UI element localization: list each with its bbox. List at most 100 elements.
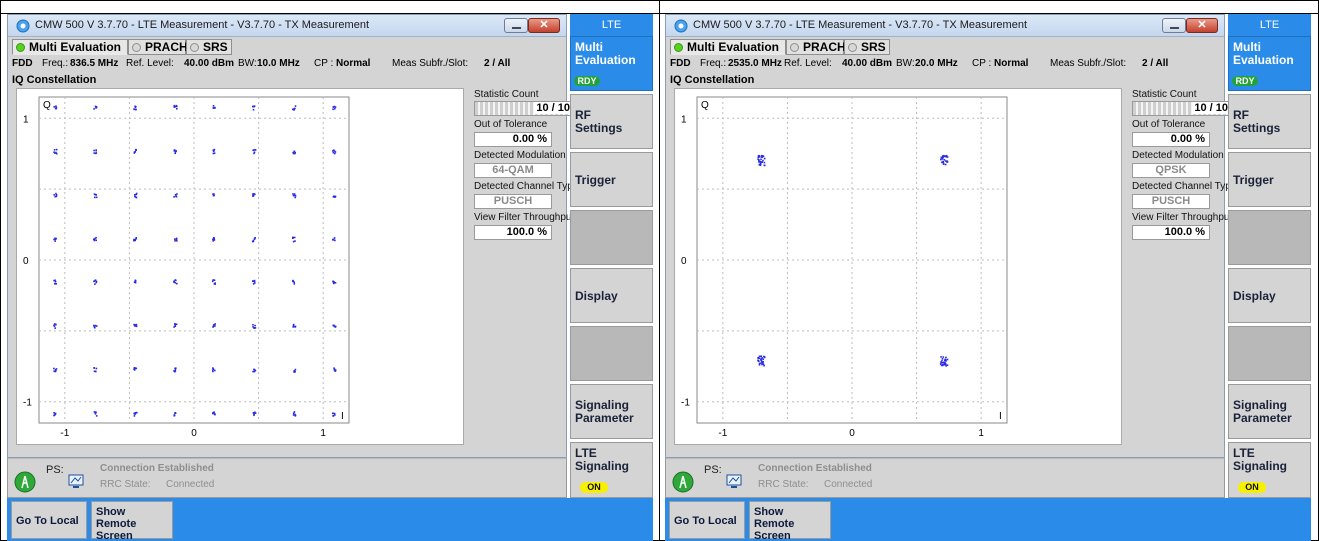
constellation-sample <box>54 327 56 329</box>
constellation-sample <box>211 280 214 283</box>
antenna-icon <box>672 471 694 493</box>
constellation-sample <box>134 325 136 327</box>
softkey-rf-settings[interactable]: RF Settings <box>1228 94 1311 149</box>
softkey-empty-1[interactable] <box>570 210 653 265</box>
constellation-sample <box>759 162 762 165</box>
title-bar[interactable]: CMW 500 V 3.7.70 - LTE Measurement - V3.… <box>8 15 566 37</box>
softkey-multi-evaluation[interactable]: Multi Evaluation RDY <box>1228 36 1311 91</box>
subframe-label: Meas Subfr./Slot: <box>392 58 469 69</box>
constellation-sample <box>176 108 178 110</box>
constellation-sample <box>253 279 256 282</box>
softkey-lte-signaling[interactable]: LTE Signaling ON <box>1228 442 1311 498</box>
show-remote-screen-button[interactable]: Show Remote Screen <box>749 501 831 541</box>
title-bar[interactable]: CMW 500 V 3.7.70 - LTE Measurement - V3.… <box>666 15 1224 37</box>
constellation-sample <box>173 149 176 152</box>
close-button[interactable]: ✕ <box>528 18 560 33</box>
constellation-sample <box>95 106 98 109</box>
tab-prach[interactable]: PRACH <box>128 39 188 55</box>
constellation-sample <box>939 363 942 365</box>
app-icon <box>674 19 688 33</box>
softkey-display[interactable]: Display <box>570 268 653 323</box>
constellation-sample <box>94 279 97 281</box>
tab-prach[interactable]: PRACH <box>786 39 846 55</box>
constellation-sample <box>943 154 945 157</box>
constellation-sample <box>53 106 55 108</box>
softkey-signaling-parameter[interactable]: Signaling Parameter <box>1228 384 1311 439</box>
softkey-display[interactable]: Display <box>1228 268 1311 323</box>
led-on-icon <box>674 43 683 52</box>
close-button[interactable]: ✕ <box>1186 18 1218 33</box>
bottom-softkey-bar: Go To Local Show Remote Screen <box>665 498 1311 541</box>
constellation-sample <box>173 106 175 108</box>
minimize-icon <box>1170 27 1179 29</box>
measurement-info-line: FDD Freq.: 836.5 MHz Ref. Level: 40.00 d… <box>12 58 564 72</box>
show-remote-screen-button[interactable]: Show Remote Screen <box>91 501 173 541</box>
constellation-sample <box>252 326 254 328</box>
constellation-sample <box>212 412 214 415</box>
filter-throughput-label: View Filter Throughput <box>474 212 575 223</box>
on-badge: ON <box>1238 482 1266 493</box>
constellation-sample <box>292 326 294 328</box>
constellation-sample <box>333 282 335 284</box>
ready-badge: RDY <box>1232 76 1258 86</box>
softkey-label: RF Settings <box>575 108 623 135</box>
constellation-sample <box>213 152 216 154</box>
iq-constellation-svg: -1 0 1 1 0 -1 Q I <box>681 96 1008 439</box>
filter-throughput-value: 100.0 % <box>1132 225 1210 240</box>
constellation-sample <box>760 355 762 357</box>
constellation-sample <box>93 280 95 283</box>
rrc-state-value: Connected <box>166 479 215 490</box>
constellation-sample <box>95 411 97 414</box>
softkey-signaling-parameter[interactable]: Signaling Parameter <box>570 384 653 439</box>
tab-multi-evaluation[interactable]: Multi Evaluation <box>12 39 128 55</box>
constellation-sample <box>943 159 946 161</box>
softkey-empty-1[interactable] <box>1228 210 1311 265</box>
softkey-trigger[interactable]: Trigger <box>570 152 653 207</box>
minimize-button[interactable] <box>1162 18 1186 33</box>
constellation-sample <box>252 324 254 326</box>
constellation-sample <box>252 239 255 242</box>
constellation-sample <box>94 193 96 196</box>
constellation-sample <box>293 411 296 413</box>
tab-multi-evaluation[interactable]: Multi Evaluation <box>670 39 786 55</box>
y-tick-label: -1 <box>23 398 32 409</box>
softkey-empty-2[interactable] <box>1228 326 1311 381</box>
iq-constellation-svg: -1 0 1 1 0 -1 Q I <box>23 96 350 439</box>
constellation-sample <box>941 156 944 158</box>
tab-label: PRACH <box>145 40 188 54</box>
minimize-button[interactable] <box>504 18 528 33</box>
constellation-sample <box>944 358 946 361</box>
constellation-sample <box>95 196 98 199</box>
constellation-sample <box>175 195 177 197</box>
constellation-sample <box>941 361 944 364</box>
softkey-multi-evaluation[interactable]: Multi Evaluation RDY <box>570 36 653 91</box>
freq-value: 836.5 MHz <box>70 58 119 69</box>
softkey-trigger[interactable]: Trigger <box>1228 152 1311 207</box>
led-off-icon <box>790 43 799 52</box>
constellation-sample <box>53 151 55 153</box>
go-to-local-button[interactable]: Go To Local <box>669 501 745 539</box>
constellation-sample <box>254 282 256 284</box>
led-on-icon <box>16 43 25 52</box>
softkey-empty-2[interactable] <box>570 326 653 381</box>
tab-label: SRS <box>861 40 886 54</box>
antenna-icon <box>14 471 36 493</box>
constellation-sample <box>940 158 942 161</box>
constellation-sample <box>252 412 255 414</box>
constellation-sample <box>252 149 254 152</box>
tab-srs[interactable]: SRS <box>844 39 890 55</box>
softkey-label: Signaling Parameter <box>575 398 634 425</box>
constellation-sample <box>334 107 336 110</box>
duplex-mode: FDD <box>670 58 691 69</box>
y-axis-label: Q <box>43 100 51 111</box>
go-to-local-button[interactable]: Go To Local <box>11 501 87 539</box>
tab-srs[interactable]: SRS <box>186 39 232 55</box>
ps-label: PS: <box>46 464 64 476</box>
softkey-lte-signaling[interactable]: LTE Signaling ON <box>570 442 653 498</box>
constellation-sample <box>292 412 295 415</box>
constellation-sample <box>254 369 257 372</box>
constellation-sample <box>94 326 96 329</box>
softkey-rf-settings[interactable]: RF Settings <box>570 94 653 149</box>
constellation-sample <box>332 149 335 151</box>
subframe-label: Meas Subfr./Slot: <box>1050 58 1127 69</box>
